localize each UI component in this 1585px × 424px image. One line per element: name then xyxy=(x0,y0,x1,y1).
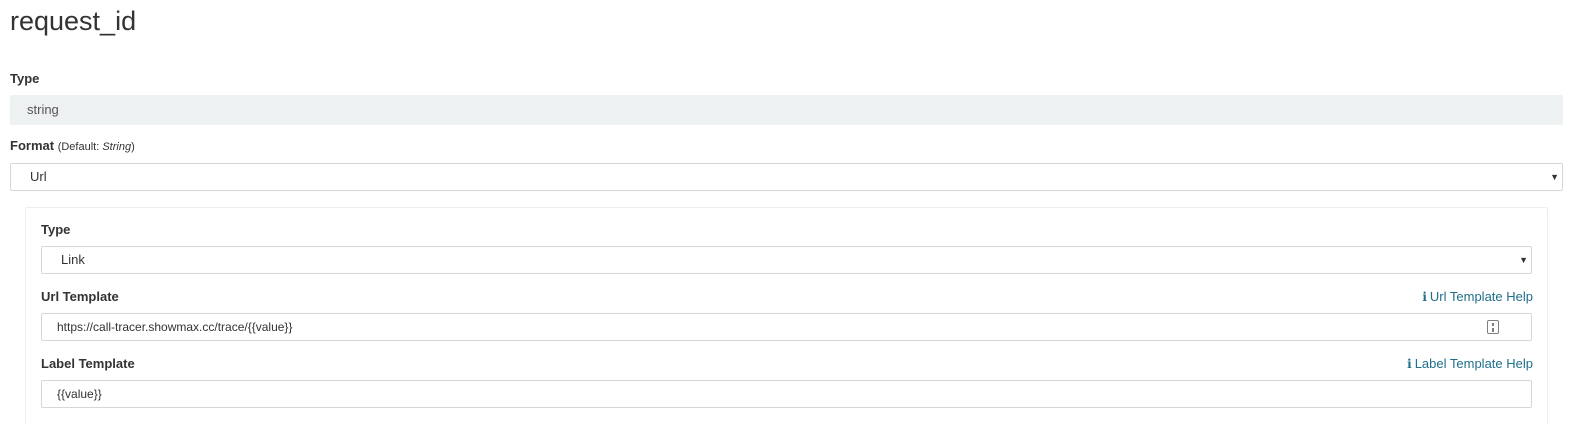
format-selected-value: Url xyxy=(30,169,47,184)
url-format-panel: Type Link ▼ Url Template i Url Template H… xyxy=(25,207,1548,424)
url-template-label: Url Template xyxy=(41,289,119,304)
format-hint-suffix: ) xyxy=(131,141,135,153)
caret-down-icon: ▼ xyxy=(1519,255,1528,265)
url-template-help-link[interactable]: i Url Template Help xyxy=(1422,288,1533,306)
url-template-input[interactable] xyxy=(41,313,1532,341)
type-value: string xyxy=(10,95,1563,125)
url-type-select[interactable]: Link ▼ xyxy=(41,246,1532,274)
field-format-editor: request_id Type string Format (Default: … xyxy=(0,0,1585,424)
label-template-help-label: Label Template Help xyxy=(1414,356,1533,371)
info-icon: i xyxy=(1407,357,1412,371)
url-type-label: Type xyxy=(41,222,71,237)
format-label: Format (Default: String) xyxy=(10,137,135,156)
url-type-selected-value: Link xyxy=(61,252,85,267)
url-template-help-label: Url Template Help xyxy=(1429,289,1533,304)
info-icon: i xyxy=(1422,290,1427,304)
label-template-input[interactable] xyxy=(41,380,1532,408)
format-label-text: Format xyxy=(10,138,55,153)
format-select[interactable]: Url ▼ xyxy=(10,163,1563,191)
field-picker-icon[interactable] xyxy=(1487,320,1499,334)
label-template-label: Label Template xyxy=(41,356,135,371)
label-template-help-link[interactable]: i Label Template Help xyxy=(1407,355,1533,373)
type-label: Type xyxy=(10,71,40,86)
format-hint-prefix: (Default: xyxy=(57,141,103,153)
format-hint-default: String xyxy=(102,141,132,153)
caret-down-icon: ▼ xyxy=(1550,172,1559,182)
format-default-hint: (Default: String) xyxy=(58,141,135,153)
page-title: request_id xyxy=(10,6,137,36)
